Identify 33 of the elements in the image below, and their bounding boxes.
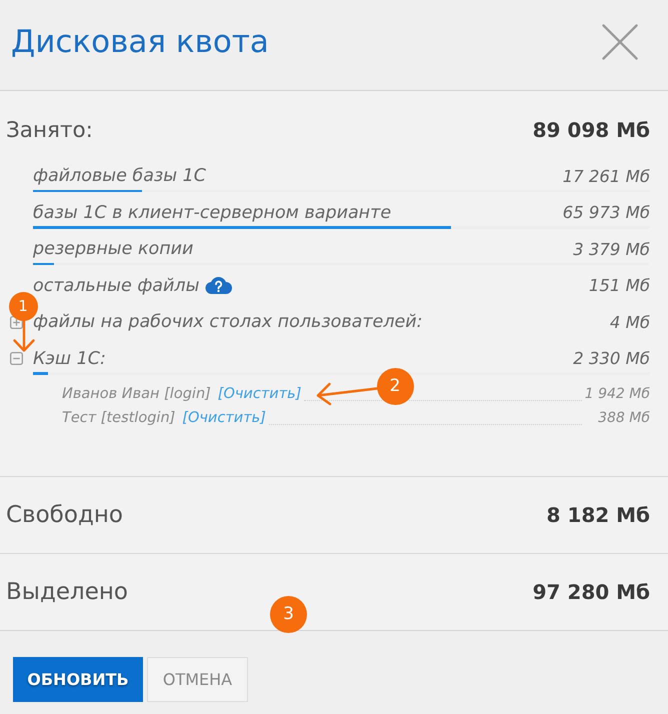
category-label: Кэш 1С: — [33, 348, 106, 368]
clear-link[interactable]: [Очистить] — [218, 386, 302, 402]
callout-arrow — [13, 320, 35, 352]
cloud-question-icon[interactable] — [205, 277, 232, 294]
summary-value: 97 280 Мб — [532, 580, 650, 604]
used-label: Занято: — [6, 118, 93, 142]
close-icon — [602, 24, 638, 60]
clear-link[interactable]: [Очистить] — [182, 410, 266, 426]
category-label: базы 1С в клиент-серверном варианте — [33, 202, 392, 222]
category-label: резервные копии — [33, 239, 194, 259]
used-value: 89 098 Мб — [532, 118, 650, 142]
size-value: 388 Мб — [597, 410, 650, 426]
size-value: 151 Мб — [588, 276, 650, 295]
refresh-button[interactable]: ОБНОВИТЬ — [13, 657, 143, 702]
category-label: файловые базы 1С — [33, 166, 206, 186]
cancel-button[interactable]: ОТМЕНА — [147, 657, 248, 702]
user-label: Тест [testlogin] — [62, 410, 176, 426]
callout-arrow — [316, 382, 378, 406]
size-value: 65 973 Мб — [562, 203, 650, 222]
size-value: 3 379 Мб — [573, 240, 650, 258]
numbered-callout: 3 — [270, 596, 307, 633]
summary-label: Выделено — [6, 579, 128, 605]
close-button[interactable] — [602, 24, 638, 60]
minus-square-icon[interactable] — [10, 352, 23, 365]
numbered-callout: 2 — [376, 368, 414, 405]
size-value: 1 942 Мб — [584, 386, 650, 402]
size-value: 2 330 Мб — [573, 349, 650, 368]
summary-label: Свободно — [6, 502, 123, 528]
summary-value: 8 182 Мб — [546, 503, 650, 527]
user-label: Иванов Иван [login] — [62, 386, 211, 402]
size-value: 17 261 Мб — [562, 166, 650, 186]
size-value: 4 Мб — [610, 312, 650, 332]
dialog-title: Дисковая квота — [11, 24, 269, 60]
